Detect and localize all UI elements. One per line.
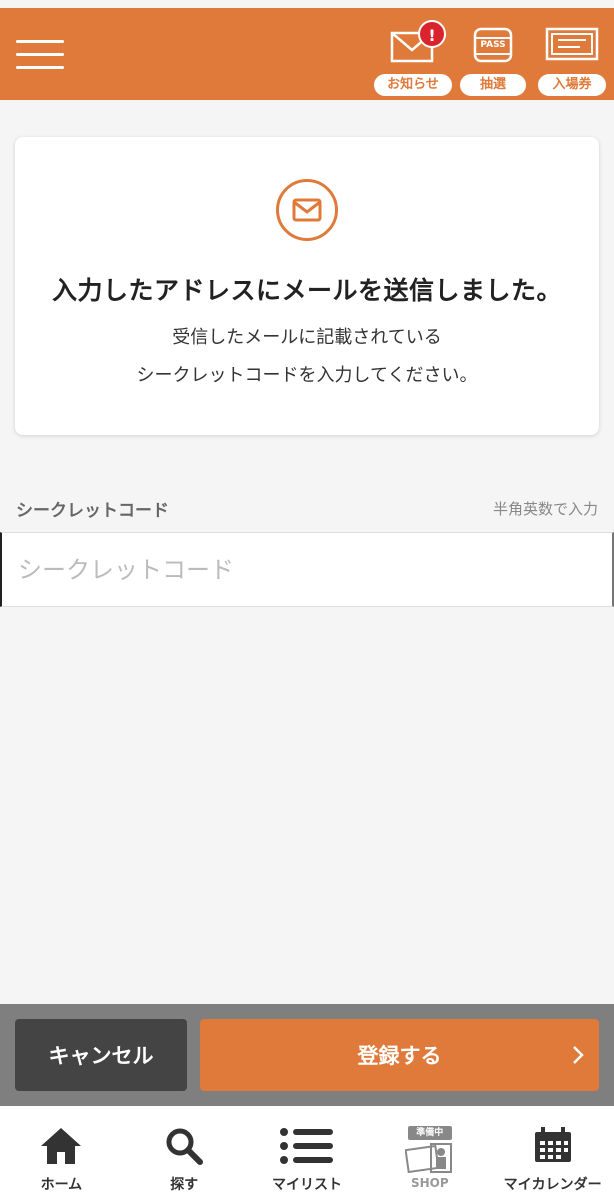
pass-icon-text: PASS — [480, 40, 506, 50]
notice-button[interactable]: ! お知らせ — [374, 16, 452, 98]
nav-calendar-label: マイカレンダー — [503, 1177, 602, 1193]
ticket-icon — [545, 27, 599, 61]
status-strip — [0, 0, 614, 8]
nav-home-label: ホーム — [40, 1177, 83, 1193]
secret-code-hint: 半角英数で入力 — [492, 500, 598, 518]
hamburger-line — [16, 40, 64, 43]
ticket-label: 入場券 — [538, 74, 606, 96]
hamburger-line — [16, 53, 64, 56]
search-icon — [166, 1128, 204, 1165]
register-button[interactable]: 登録する — [200, 1019, 599, 1091]
nav-mylist-label: マイリスト — [271, 1177, 342, 1193]
notice-label: お知らせ — [374, 74, 452, 96]
mail-icon-circle — [276, 179, 338, 241]
nav-mylist[interactable]: マイリスト — [246, 1106, 369, 1200]
bottom-nav: ホーム 探す マイリスト 準備中 SHOP マイカレンダー — [0, 1106, 614, 1200]
nav-calendar[interactable]: マイカレンダー — [491, 1106, 614, 1200]
app-header: ! お知らせ PASS 抽選 入場券 — [0, 8, 614, 100]
hamburger-line — [16, 66, 64, 69]
register-button-label: 登録する — [357, 1044, 442, 1068]
nav-search[interactable]: 探す — [123, 1106, 246, 1200]
shop-preparing-badge: 準備中 — [407, 1126, 452, 1140]
card-title: 入力したアドレスにメールを送信しました。 — [51, 276, 562, 305]
card-description-line2: シークレットコードを入力してください。 — [136, 365, 478, 386]
shop-icon — [404, 1143, 452, 1174]
nav-shop[interactable]: 準備中 SHOP — [368, 1106, 491, 1200]
secret-code-label: シークレットコード — [16, 501, 169, 521]
cancel-button[interactable]: キャンセル — [15, 1019, 187, 1091]
lottery-label: 抽選 — [460, 74, 526, 96]
nav-shop-label: SHOP — [410, 1176, 449, 1190]
nav-search-label: 探す — [170, 1177, 199, 1193]
calendar-icon — [534, 1127, 571, 1162]
chevron-right-icon — [573, 1046, 584, 1064]
secret-code-input[interactable] — [0, 532, 614, 607]
card-description-line1: 受信したメールに記載されている — [172, 327, 442, 348]
nav-home[interactable]: ホーム — [0, 1106, 123, 1200]
home-icon — [41, 1128, 82, 1164]
confirmation-card: 入力したアドレスにメールを送信しました。 受信したメールに記載されている シーク… — [15, 137, 599, 435]
lottery-button[interactable]: PASS 抽選 — [460, 16, 526, 98]
menu-button[interactable] — [16, 40, 64, 70]
notification-badge: ! — [418, 20, 446, 48]
action-bar: キャンセル 登録する — [0, 1004, 614, 1106]
ticket-button[interactable]: 入場券 — [538, 16, 606, 98]
mail-icon — [292, 198, 322, 222]
list-icon — [279, 1128, 333, 1164]
